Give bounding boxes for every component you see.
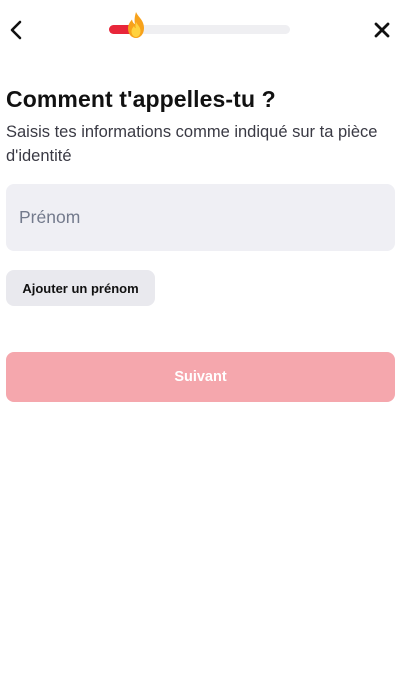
first-name-input[interactable] [6, 184, 395, 251]
close-button[interactable] [370, 16, 394, 44]
back-button[interactable] [4, 16, 28, 44]
add-first-name-button[interactable]: Ajouter un prénom [6, 270, 155, 306]
close-icon [374, 22, 390, 38]
next-button[interactable]: Suivant [6, 352, 395, 402]
page-subtitle: Saisis tes informations comme indiqué su… [6, 123, 378, 165]
flame-icon [128, 12, 144, 38]
progress-bar [109, 12, 290, 38]
chevron-left-icon [10, 20, 22, 40]
page-title: Comment t'appelles-tu ? [6, 86, 276, 112]
top-bar [0, 0, 400, 60]
